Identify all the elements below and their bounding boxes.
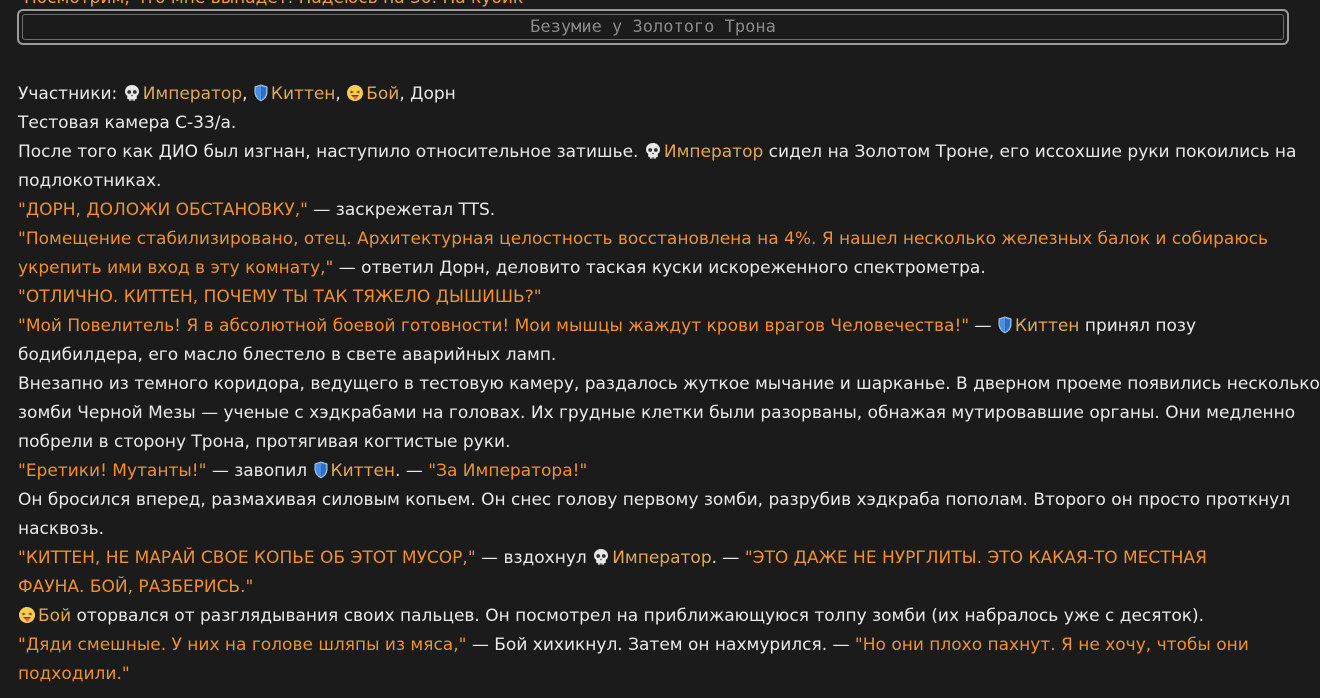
narration-text: — завопил <box>206 461 313 481</box>
narration-text: бодибилдера, его масло блестело в свете … <box>18 345 557 365</box>
narration-text: — заскрежетал TTS. <box>308 200 496 220</box>
previous-message-partial: Посмотрим, что мне выпадет. Надеюсь на 3… <box>24 0 523 8</box>
story-line: насквозь. <box>18 515 1300 544</box>
tongue-emoji-icon <box>18 605 36 634</box>
narration-text: — вздохнул <box>475 548 593 568</box>
story-line: "КИТТЕН, НЕ МАРАЙ СВОЕ КОПЬЕ ОБ ЭТОТ МУС… <box>18 544 1300 573</box>
narration-text: оторвался от разглядывания своих пальцев… <box>71 606 1205 626</box>
dialogue-text: "КИТТЕН, НЕ МАРАЙ СВОЕ КОПЬЕ ОБ ЭТОТ МУС… <box>18 548 476 568</box>
story-line: Тестовая камера С-33/а. <box>18 109 1300 138</box>
narration-text: зомби Черной Мезы — ученые с хэдкрабами … <box>18 403 1296 423</box>
story-line: Участники: Император, Киттен, Бой, Дорн <box>18 80 1300 109</box>
dialogue-text: "Помещение стабилизировано, отец. Архите… <box>18 229 1269 249</box>
narration-text: — ответил Дорн, деловито таская куски ис… <box>333 258 986 278</box>
story-line: бодибилдера, его масло блестело в свете … <box>18 341 1300 370</box>
skull-icon <box>123 83 141 112</box>
story-line: "Мой Повелитель! Я в абсолютной боевой г… <box>18 312 1300 341</box>
narration-text: . — <box>711 548 745 568</box>
story-line: "ДОРН, ДОЛОЖИ ОБСТАНОВКУ," — заскрежетал… <box>18 196 1300 225</box>
narration-text: , <box>335 84 347 104</box>
story-line: Внезапно из темного коридора, ведущего в… <box>18 370 1320 399</box>
dialogue-text: укрепить ими вход в эту комнату," <box>18 258 334 278</box>
story-line: подходили." <box>18 660 1300 689</box>
narration-text: . — <box>395 461 429 481</box>
narration-text: После того как ДИО был изгнан, наступило… <box>18 142 644 162</box>
narration-text: Тестовая камера С-33/а. <box>18 113 237 133</box>
narration-text: подлокотниках. <box>18 171 162 191</box>
narration-text: , Дорн <box>399 84 456 104</box>
character-name: Император <box>612 548 712 568</box>
story-line: Бой оторвался от разглядывания своих пал… <box>18 602 1300 631</box>
dialogue-text: "Еретики! Мутанты!" <box>18 461 207 481</box>
story-line: "Дяди смешные. У них на голове шляпы из … <box>18 631 1300 660</box>
skull-icon <box>592 547 610 576</box>
skull-icon <box>644 141 662 170</box>
narration-text: , <box>242 84 253 104</box>
story-title: Безумие у Золотого Трона <box>22 14 1284 40</box>
dialogue-text: "Дяди смешные. У них на голове шляпы из … <box>18 635 467 655</box>
tongue-emoji-icon <box>346 83 364 112</box>
character-name: Киттен <box>270 84 336 104</box>
title-box: Безумие у Золотого Трона <box>17 9 1289 45</box>
shield-icon <box>997 315 1013 344</box>
narration-text: Он бросился вперед, размахивая силовым к… <box>18 490 1291 510</box>
character-name: Бой <box>38 606 72 626</box>
story-line: подлокотниках. <box>18 167 1300 196</box>
narration-text: насквозь. <box>18 519 105 539</box>
character-name: Киттен <box>1014 316 1080 336</box>
story-text: Участники: Император, Киттен, Бой, Дорн Т… <box>18 80 1320 689</box>
shield-icon <box>313 460 329 489</box>
narration-text: сидел на Золотом Троне, его иссохшие рук… <box>763 142 1297 162</box>
story-line: ФАУНА. БОЙ, РАЗБЕРИСЬ." <box>18 573 1300 602</box>
narration-text: побрели в сторону Трона, протягивая когт… <box>18 432 511 452</box>
dialogue-text: "ЭТО ДАЖЕ НЕ НУРГЛИТЫ. ЭТО КАКАЯ-ТО МЕСТ… <box>744 548 1207 568</box>
character-name: Киттен <box>330 461 396 481</box>
story-line: укрепить ими вход в эту комнату," — отве… <box>18 254 1300 283</box>
story-line: "Помещение стабилизировано, отец. Архите… <box>18 225 1300 254</box>
story-line: "Еретики! Мутанты!" — завопил Киттен. — … <box>18 457 1300 486</box>
story-line: После того как ДИО был изгнан, наступило… <box>18 138 1300 167</box>
shield-icon <box>253 83 269 112</box>
character-name: Бой <box>366 84 400 104</box>
story-line: зомби Черной Мезы — ученые с хэдкрабами … <box>18 399 1300 428</box>
character-name: Император <box>142 84 243 104</box>
narration-text: Внезапно из темного коридора, ведущего в… <box>18 374 1320 394</box>
dialogue-text: ФАУНА. БОЙ, РАЗБЕРИСЬ." <box>18 577 254 597</box>
narration-text: — Бой хихикнул. Затем он нахмурился. — <box>466 635 855 655</box>
dialogue-text: "Но они плохо пахнут. Я не хочу, чтобы о… <box>854 635 1249 655</box>
story-line: побрели в сторону Трона, протягивая когт… <box>18 428 1300 457</box>
story-line: Он бросился вперед, размахивая силовым к… <box>18 486 1300 515</box>
narration-text: принял позу <box>1079 316 1197 336</box>
dialogue-text: подходили." <box>18 664 130 684</box>
narration-text: Участники: <box>18 84 123 104</box>
dialogue-text: "ДОРН, ДОЛОЖИ ОБСТАНОВКУ," <box>18 200 308 220</box>
character-name: Император <box>663 142 764 162</box>
dialogue-text: "Мой Повелитель! Я в абсолютной боевой г… <box>18 316 970 336</box>
dialogue-text: "ОТЛИЧНО. КИТТЕН, ПОЧЕМУ ТЫ ТАК ТЯЖЕЛО Д… <box>18 287 542 307</box>
dialogue-text: "За Императора!" <box>428 461 588 481</box>
story-line: "ОТЛИЧНО. КИТТЕН, ПОЧЕМУ ТЫ ТАК ТЯЖЕЛО Д… <box>18 283 1300 312</box>
narration-text: — <box>969 316 997 336</box>
